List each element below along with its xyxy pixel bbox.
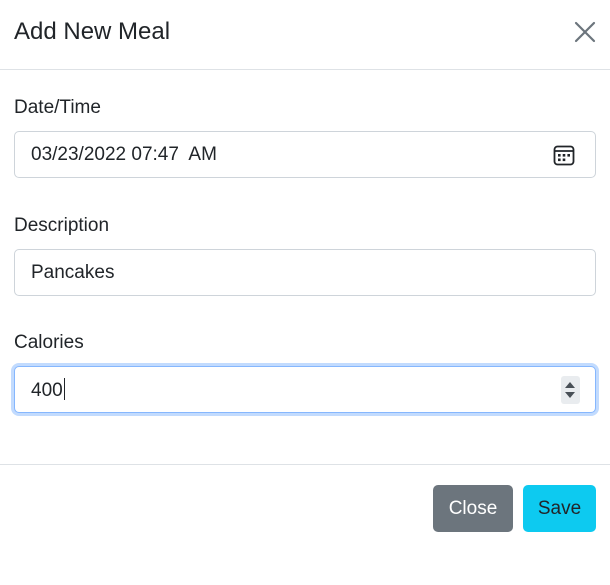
calories-value-wrap: 400: [31, 378, 65, 403]
spinner-down-icon[interactable]: [565, 392, 575, 398]
datetime-value: 03/23/2022 07:47 AM: [31, 144, 217, 165]
calories-label: Calories: [14, 332, 84, 353]
close-button[interactable]: Close: [433, 485, 513, 532]
spinner-up-icon[interactable]: [565, 382, 575, 388]
dialog-header: Add New Meal: [0, 0, 610, 70]
description-value: Pancakes: [31, 262, 115, 283]
description-input[interactable]: Pancakes: [14, 249, 596, 296]
close-icon[interactable]: [571, 18, 599, 46]
calories-value: 400: [31, 380, 63, 401]
number-spinner[interactable]: [561, 376, 580, 404]
dialog-body: Date/Time 03/23/2022 07:47 AM Descriptio…: [0, 70, 610, 464]
description-label: Description: [14, 215, 110, 236]
add-meal-dialog: Add New Meal Date/Time 03/23/2022 07:47 …: [0, 0, 610, 585]
save-button[interactable]: Save: [523, 485, 596, 532]
dialog-title: Add New Meal: [14, 18, 171, 45]
dialog-footer: Close Save: [0, 464, 610, 585]
datetime-input[interactable]: 03/23/2022 07:47 AM: [14, 131, 596, 178]
calories-input[interactable]: 400: [14, 366, 596, 413]
text-caret: [63, 378, 65, 400]
datetime-label: Date/Time: [14, 97, 101, 118]
calendar-icon[interactable]: [553, 144, 575, 166]
